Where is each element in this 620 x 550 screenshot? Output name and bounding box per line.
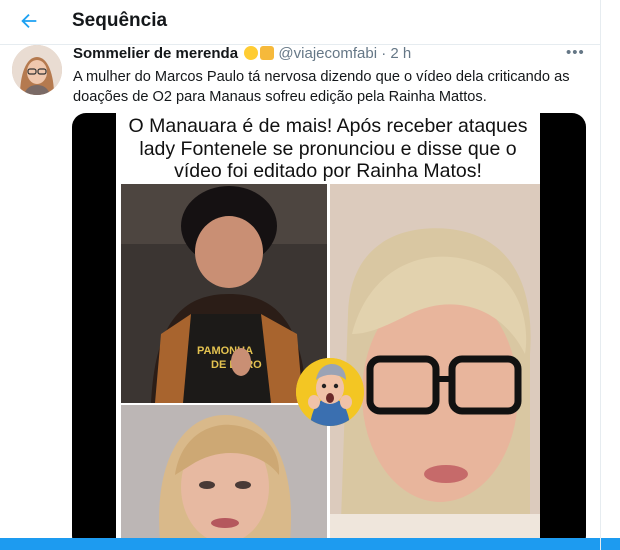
avatar-image <box>12 45 62 95</box>
header: Sequência <box>0 0 600 45</box>
back-button[interactable] <box>14 6 44 36</box>
photo-woman-glasses <box>330 184 540 550</box>
cartoon-sticker <box>296 358 364 426</box>
bottom-blue-bar <box>0 538 620 550</box>
separator: · <box>381 45 387 62</box>
smiling-face-emoji-icon <box>244 46 259 60</box>
media-headline: O Manauara é de mais! Após receber ataqu… <box>128 115 528 182</box>
tweet-thread-page: Sequência Sommelier de merenda @viajecom… <box>0 0 620 550</box>
page-title: Sequência <box>72 10 168 31</box>
media-card: O Manauara é de mais! Após receber ataqu… <box>116 113 540 550</box>
food-box-emoji-icon <box>260 46 275 60</box>
tweet-media[interactable]: O Manauara é de mais! Após receber ataqu… <box>72 113 586 550</box>
author-name[interactable]: Sommelier de merenda <box>73 45 238 62</box>
photo-woman-blonde <box>121 405 327 550</box>
avatar[interactable] <box>12 45 62 95</box>
more-options-button[interactable]: ••• <box>566 44 585 61</box>
arrow-left-icon <box>21 13 37 29</box>
tweet-header: Sommelier de merenda @viajecomfabi · 2 h <box>73 45 593 65</box>
column-divider <box>600 0 601 550</box>
tweet-time[interactable]: 2 h <box>390 45 411 62</box>
photo-woman-dark-hair: PAMONHA DE DURO <box>121 184 327 403</box>
tweet-text: A mulher do Marcos Paulo tá nervosa dize… <box>73 69 570 105</box>
author-handle[interactable]: @viajecomfabi <box>278 45 377 62</box>
